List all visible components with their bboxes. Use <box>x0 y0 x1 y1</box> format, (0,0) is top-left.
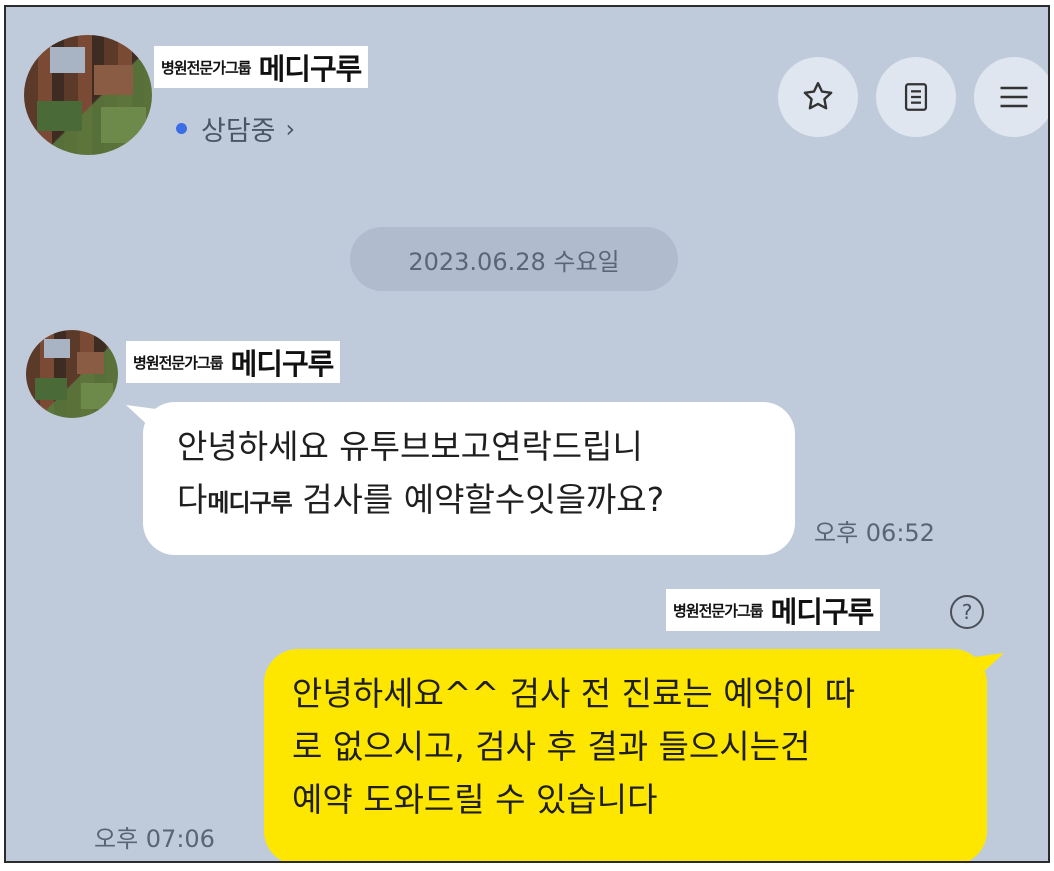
outgoing-message-bubble[interactable]: 안녕하세요^^ 검사 전 진료는 예약이 따 로 없으시고, 검사 후 결과 들… <box>264 649 987 861</box>
message-line: 로 없으시고, 검사 후 결과 들으시는건 <box>292 727 811 766</box>
star-icon <box>803 82 833 110</box>
chat-window: 병원전문가그룹 메디구루 상담중 › 2023.06.28 수요일 병원전문가그… <box>4 5 1050 863</box>
message-timestamp: 오후 07:06 <box>94 825 215 853</box>
channel-name-prefix: 병원전문가그룹 <box>161 58 252 77</box>
message-line: 다메디구루 검사를 예약할수잇을까요? <box>177 473 769 530</box>
favorite-button[interactable] <box>778 57 858 137</box>
sender-name-prefix: 병원전문가그룹 <box>133 353 224 372</box>
menu-icon <box>1000 86 1028 108</box>
status-label: 상담중 <box>201 116 276 147</box>
sender-avatar[interactable] <box>26 330 118 418</box>
document-button[interactable] <box>876 57 956 137</box>
channel-name-main: 메디구루 <box>258 52 363 86</box>
date-divider: 2023.06.28 수요일 <box>350 227 678 291</box>
help-icon[interactable]: ? <box>950 595 984 629</box>
message-line: 안녕하세요^^ 검사 전 진료는 예약이 따 <box>292 674 856 713</box>
status-dot <box>176 123 187 134</box>
message-line: 안녕하세요 유투브보고연락드립니 <box>177 427 643 466</box>
channel-name[interactable]: 병원전문가그룹 메디구루 <box>154 46 369 88</box>
chevron-right-icon: › <box>285 114 296 143</box>
sender-name: 병원전문가그룹 메디구루 <box>126 341 341 383</box>
message-text: 검사를 예약할수잇을까요? <box>291 480 665 519</box>
sender-name-main: 메디구루 <box>770 595 875 629</box>
message-brand-text: 메디구루 <box>207 489 292 517</box>
message-timestamp: 오후 06:52 <box>814 519 935 547</box>
channel-avatar[interactable] <box>24 35 152 155</box>
message-text: 다 <box>177 480 208 519</box>
document-list-icon <box>904 83 928 111</box>
message-line: 예약 도와드릴 수 있습니다 <box>292 780 658 819</box>
sender-name: 병원전문가그룹 메디구루 <box>666 589 881 631</box>
menu-button[interactable] <box>974 57 1048 137</box>
sender-name-main: 메디구루 <box>230 347 335 381</box>
incoming-message-bubble[interactable]: 안녕하세요 유투브보고연락드립니 다메디구루 검사를 예약할수잇을까요? <box>143 402 795 555</box>
consult-status[interactable]: 상담중 › <box>176 109 295 148</box>
sender-name-prefix: 병원전문가그룹 <box>673 601 764 620</box>
